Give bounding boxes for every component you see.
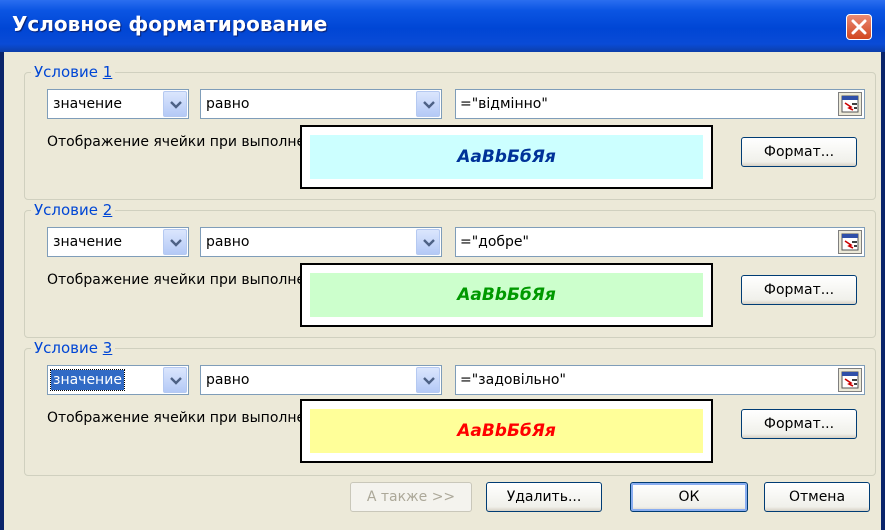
condition-1-legend: Условие 1 — [31, 63, 116, 81]
range-select-icon — [841, 233, 859, 251]
chevron-down-icon — [170, 101, 182, 109]
condition-2-preview: АаВbБбЯя — [300, 263, 713, 327]
dialog-title: Условное форматирование — [12, 12, 328, 36]
cancel-button[interactable]: Отмена — [764, 482, 870, 512]
condition-2-legend: Условие 2 — [31, 201, 116, 219]
chevron-down-icon — [423, 377, 435, 385]
condition-2-operator-dropdown-button[interactable] — [416, 229, 440, 255]
condition-3-operator-value: равно — [206, 372, 250, 388]
condition-1-preview-swatch: АаВbБбЯя — [310, 135, 703, 179]
chevron-down-icon — [423, 101, 435, 109]
condition-3-preview: АаВbБбЯя — [300, 399, 713, 463]
chevron-down-icon — [423, 239, 435, 247]
condition-3-group: Условие 3 значение равно ="задовільно" О… — [24, 339, 876, 476]
condition-2-formula-value: ="добре" — [460, 234, 529, 250]
condition-3-type-value: значение — [50, 369, 125, 391]
condition-1-format-button[interactable]: Формат... — [741, 137, 857, 167]
ok-button[interactable]: ОК — [630, 482, 748, 512]
condition-1-type-value: значение — [53, 96, 122, 112]
close-button[interactable] — [846, 14, 872, 40]
condition-1-group: Условие 1 значение равно ="відмінно" Ото… — [24, 63, 876, 200]
condition-3-type-dropdown-button[interactable] — [163, 367, 187, 393]
delete-button[interactable]: Удалить... — [486, 482, 602, 512]
condition-3-formula-value: ="задовільно" — [460, 372, 566, 388]
condition-1-preview: АаВbБбЯя — [300, 125, 713, 189]
conditional-formatting-dialog: Условное форматирование Условие 1 значен… — [0, 0, 885, 530]
condition-3-format-button[interactable]: Формат... — [741, 409, 857, 439]
close-icon — [851, 19, 867, 35]
condition-1-formula-value: ="відмінно" — [460, 96, 548, 112]
condition-2-format-button[interactable]: Формат... — [741, 275, 857, 305]
condition-1-type-select[interactable]: значение — [47, 89, 189, 119]
condition-2-operator-select[interactable]: равно — [200, 227, 442, 257]
condition-3-preview-swatch: АаВbБбЯя — [310, 409, 703, 453]
condition-3-range-picker-button[interactable] — [838, 368, 862, 392]
condition-2-group: Условие 2 значение равно ="добре" Отобра… — [24, 201, 876, 338]
condition-2-operator-value: равно — [206, 234, 250, 250]
range-select-icon — [841, 95, 859, 113]
condition-2-type-select[interactable]: значение — [47, 227, 189, 257]
condition-3-operator-dropdown-button[interactable] — [416, 367, 440, 393]
condition-3-type-select[interactable]: значение — [47, 365, 189, 395]
chevron-down-icon — [170, 377, 182, 385]
condition-3-sample-text: АаВbБбЯя — [457, 421, 556, 441]
condition-3-formula-input[interactable]: ="задовільно" — [455, 365, 865, 395]
condition-1-operator-value: равно — [206, 96, 250, 112]
condition-1-operator-select[interactable]: равно — [200, 89, 442, 119]
condition-1-operator-dropdown-button[interactable] — [416, 91, 440, 117]
condition-2-type-value: значение — [53, 234, 122, 250]
condition-2-type-dropdown-button[interactable] — [163, 229, 187, 255]
title-bar[interactable]: Условное форматирование — [0, 0, 885, 52]
dialog-body: Условие 1 значение равно ="відмінно" Ото… — [4, 52, 881, 530]
range-select-icon — [841, 371, 859, 389]
condition-1-type-dropdown-button[interactable] — [163, 91, 187, 117]
chevron-down-icon — [170, 239, 182, 247]
condition-3-legend: Условие 3 — [31, 339, 116, 357]
condition-2-preview-swatch: АаВbБбЯя — [310, 273, 703, 317]
add-condition-button[interactable]: А также >> — [350, 482, 472, 512]
condition-1-sample-text: АаВbБбЯя — [457, 147, 556, 167]
condition-2-sample-text: АаВbБбЯя — [457, 285, 556, 305]
condition-1-range-picker-button[interactable] — [838, 92, 862, 116]
condition-2-formula-input[interactable]: ="добре" — [455, 227, 865, 257]
condition-3-operator-select[interactable]: равно — [200, 365, 442, 395]
condition-1-formula-input[interactable]: ="відмінно" — [455, 89, 865, 119]
condition-2-range-picker-button[interactable] — [838, 230, 862, 254]
